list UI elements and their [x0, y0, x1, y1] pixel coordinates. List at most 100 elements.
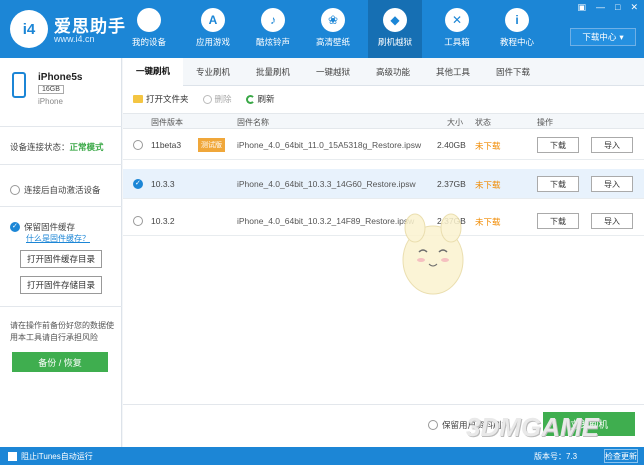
- nav-apps-games[interactable]: A 应用游戏: [186, 0, 240, 58]
- row-radio[interactable]: [133, 216, 143, 226]
- tab-other-tools[interactable]: 其他工具: [423, 58, 483, 86]
- apple-icon: [137, 8, 161, 32]
- firmware-version: 10.3.3: [151, 179, 175, 189]
- auto-activate-label: 连接后自动激活设备: [24, 185, 101, 195]
- maximize-icon[interactable]: □: [615, 2, 620, 13]
- nav-tutorials[interactable]: i 教程中心: [490, 0, 544, 58]
- watermark-logo: 3DMGAME: [466, 411, 599, 442]
- skin-icon[interactable]: ▣: [578, 2, 587, 13]
- nav-ringtones[interactable]: ♪ 酷炫铃声: [246, 0, 300, 58]
- download-button[interactable]: 下载: [537, 137, 579, 153]
- block-itunes-label: 阻止iTunes自动运行: [21, 452, 93, 461]
- nav-toolbox[interactable]: ✕ 工具箱: [430, 0, 484, 58]
- refresh-button[interactable]: 刷新: [245, 93, 275, 105]
- status-bar: 阻止iTunes自动运行 版本号：7.3 检查更新: [0, 447, 644, 465]
- download-button[interactable]: 下载: [537, 213, 579, 229]
- tab-advanced[interactable]: 高级功能: [363, 58, 423, 86]
- firmware-size: 2.40GB: [437, 140, 466, 150]
- what-is-cache-link[interactable]: 什么是固件缓存？: [26, 233, 90, 244]
- nav-label: 工具箱: [444, 37, 470, 47]
- header-name: 固件名称: [237, 118, 269, 127]
- delete-button[interactable]: 删除: [202, 93, 232, 105]
- tab-one-click-jailbreak[interactable]: 一键越狱: [303, 58, 363, 86]
- import-button[interactable]: 导入: [591, 213, 633, 229]
- table-row[interactable]: 10.3.3 iPhone_4.0_64bit_10.3.3_14G60_Res…: [123, 169, 644, 199]
- tab-bar: 一键刷机 专业刷机 批量刷机 一键越狱 高级功能 其他工具 固件下载: [123, 58, 644, 86]
- firmware-name: iPhone_4.0_64bit_10.3.2_14F89_Restore.ip…: [237, 216, 415, 226]
- delete-label: 删除: [214, 94, 232, 104]
- minimize-icon[interactable]: —: [596, 2, 605, 13]
- header-size: 大小: [447, 118, 463, 127]
- bell-icon: ♪: [261, 8, 285, 32]
- radio-button[interactable]: [428, 420, 438, 430]
- nav-label: 应用游戏: [195, 37, 230, 47]
- import-button[interactable]: 导入: [591, 176, 633, 192]
- device-capacity: 16GB: [38, 85, 64, 94]
- app-url: www.i4.cn: [54, 34, 95, 44]
- close-icon[interactable]: ✕: [630, 2, 638, 13]
- nav-label: 高清壁纸: [315, 37, 350, 47]
- checkbox[interactable]: [8, 452, 17, 461]
- download-button[interactable]: 下载: [537, 176, 579, 192]
- tab-batch-flash[interactable]: 批量刷机: [243, 58, 303, 86]
- tab-firmware-download[interactable]: 固件下载: [483, 58, 543, 86]
- connection-status: 设备连接状态：正常模式: [10, 141, 104, 153]
- version-label: 版本号：7.3: [534, 452, 578, 461]
- auto-activate-option[interactable]: 连接后自动激活设备: [10, 184, 101, 196]
- keep-cache-label: 保留固件缓存: [24, 222, 76, 232]
- download-status: 未下载: [475, 217, 501, 227]
- keep-cache-option[interactable]: 保留固件缓存: [10, 221, 75, 233]
- firmware-size: 2.37GB: [437, 179, 466, 189]
- block-itunes-option[interactable]: 阻止iTunes自动运行: [8, 451, 93, 462]
- firmware-name: iPhone_4.0_64bit_11.0_15A5318g_Restore.i…: [237, 140, 422, 150]
- nav-label: 酷炫铃声: [255, 37, 290, 47]
- connection-status-value: 正常模式: [69, 142, 104, 152]
- beta-badge: 测试版: [198, 138, 225, 152]
- open-store-dir-button[interactable]: 打开固件存储目录: [20, 276, 102, 294]
- mascot-image: [402, 213, 464, 295]
- checkbox-checked[interactable]: [10, 222, 20, 232]
- backup-restore-button[interactable]: 备份 / 恢复: [12, 352, 108, 372]
- info-icon: i: [505, 8, 529, 32]
- open-cache-dir-button[interactable]: 打开固件缓存目录: [20, 250, 102, 268]
- wallpaper-icon: ❀: [321, 8, 345, 32]
- open-folder-button[interactable]: 打开文件夹: [133, 93, 189, 105]
- check-update-button[interactable]: 检查更新: [604, 449, 638, 463]
- nav-label: 教程中心: [499, 37, 534, 47]
- logo-mark: i4: [10, 10, 48, 48]
- refresh-icon: [245, 94, 255, 104]
- download-status: 未下载: [475, 180, 501, 190]
- download-center-label: 下载中心: [582, 32, 617, 42]
- delete-icon: [202, 94, 212, 104]
- header-version: 固件版本: [151, 118, 183, 127]
- warning-note: 请在操作前备份好您的数据使用本工具请自行承担风险: [10, 321, 114, 342]
- sidebar: iPhone5s 16GB iPhone 设备连接状态：正常模式 连接后自动激活…: [0, 58, 122, 447]
- what-is-cache-text[interactable]: 什么是固件缓存？: [26, 234, 90, 243]
- nav-flash-jailbreak[interactable]: ◆ 刷机越狱: [368, 0, 422, 58]
- toolbar: 打开文件夹 删除 刷新: [133, 91, 275, 107]
- row-radio[interactable]: [133, 179, 143, 189]
- import-button[interactable]: 导入: [591, 137, 633, 153]
- header-status: 状态: [475, 118, 491, 127]
- download-center-button[interactable]: 下载中心 ▾: [570, 28, 636, 46]
- table-row[interactable]: 10.3.2 iPhone_4.0_64bit_10.3.2_14F89_Res…: [123, 206, 644, 236]
- main-panel: 一键刷机 专业刷机 批量刷机 一键越狱 高级功能 其他工具 固件下载 打开文件夹…: [123, 58, 644, 447]
- download-status: 未下载: [475, 141, 501, 151]
- folder-icon: [133, 95, 143, 103]
- tab-pro-flash[interactable]: 专业刷机: [183, 58, 243, 86]
- nav-my-device[interactable]: 我的设备: [122, 0, 176, 58]
- refresh-label: 刷新: [257, 94, 275, 104]
- header-actions: 操作: [537, 118, 553, 127]
- nav-wallpapers[interactable]: ❀ 高清壁纸: [306, 0, 360, 58]
- tab-one-click-flash[interactable]: 一键刷机: [123, 58, 183, 86]
- device-type: iPhone: [38, 97, 63, 106]
- firmware-version: 11beta3: [151, 140, 182, 150]
- firmware-name: iPhone_4.0_64bit_10.3.3_14G60_Restore.ip…: [237, 179, 416, 189]
- top-header: i4 爱思助手 www.i4.cn 我的设备 A 应用游戏 ♪ 酷炫铃声 ❀ 高…: [0, 0, 644, 58]
- device-card: iPhone5s 16GB iPhone: [8, 68, 118, 118]
- radio-button[interactable]: [10, 185, 20, 195]
- chevron-down-icon: ▾: [619, 31, 624, 42]
- divider: [0, 206, 122, 207]
- row-radio[interactable]: [133, 140, 143, 150]
- table-row[interactable]: 11beta3 测试版 iPhone_4.0_64bit_11.0_15A531…: [123, 130, 644, 160]
